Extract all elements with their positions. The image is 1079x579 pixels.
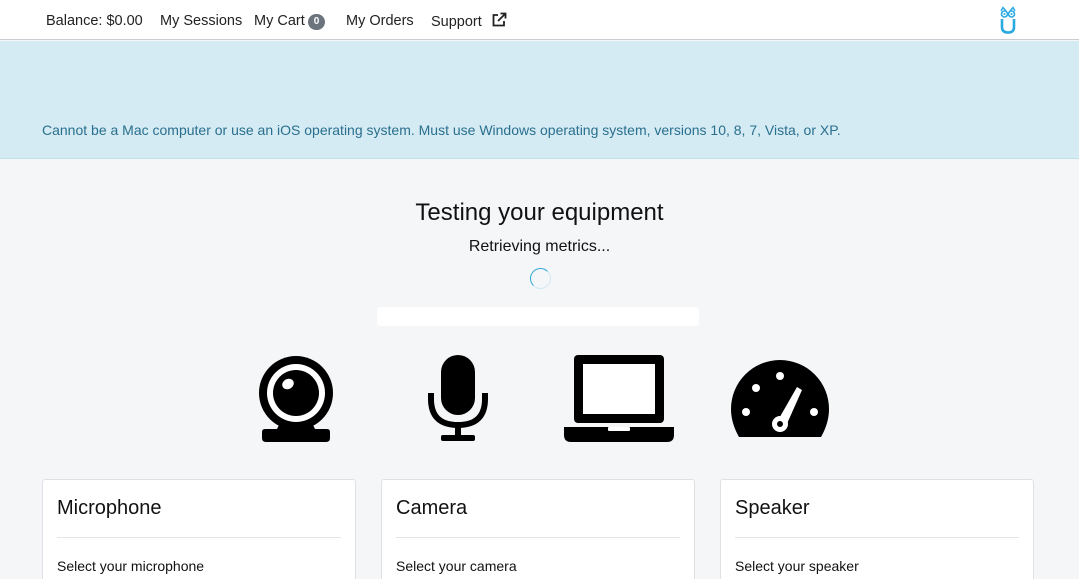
os-requirement-banner: Cannot be a Mac computer or use an iOS o… (0, 41, 1079, 159)
my-orders-link[interactable]: My Orders (346, 12, 414, 30)
camera-card: Camera Select your camera (381, 479, 695, 579)
support-link[interactable]: Support (431, 12, 507, 31)
status-text: Retrieving metrics... (468, 238, 611, 255)
webcam-icon (259, 356, 333, 442)
top-navbar: Balance: $0.00 My Sessions My Cart 0 My O… (0, 0, 1079, 40)
external-link-icon (492, 12, 507, 27)
my-cart-link[interactable]: My Cart 0 (254, 12, 326, 30)
my-sessions-link[interactable]: My Sessions (160, 12, 242, 30)
camera-card-title: Camera (396, 497, 468, 519)
card-divider (735, 537, 1019, 538)
microphone-card-title: Microphone (57, 497, 162, 519)
support-label: Support (431, 14, 482, 30)
microphone-select-label: Select your microphone (57, 558, 205, 574)
card-divider (57, 537, 341, 538)
balance-link[interactable]: Balance: $0.00 (46, 12, 143, 30)
cart-count-badge: 0 (307, 14, 326, 30)
speaker-select-label: Select your speaker (735, 558, 859, 574)
camera-select-label: Select your camera (396, 558, 517, 574)
os-requirement-message: Cannot be a Mac computer or use an iOS o… (42, 122, 841, 138)
speaker-card: Speaker Select your speaker (720, 479, 1034, 579)
speedometer-icon (731, 360, 829, 437)
laptop-icon (564, 355, 674, 442)
page-title: Testing your equipment (415, 199, 664, 226)
microphone-icon (428, 355, 488, 441)
owl-logo-icon[interactable] (998, 6, 1018, 34)
my-cart-label: My Cart (254, 13, 305, 29)
loading-spinner (530, 268, 551, 289)
microphone-card: Microphone Select your microphone (42, 479, 356, 579)
card-divider (396, 537, 680, 538)
speaker-card-title: Speaker (735, 497, 810, 519)
progress-bar (377, 307, 699, 326)
